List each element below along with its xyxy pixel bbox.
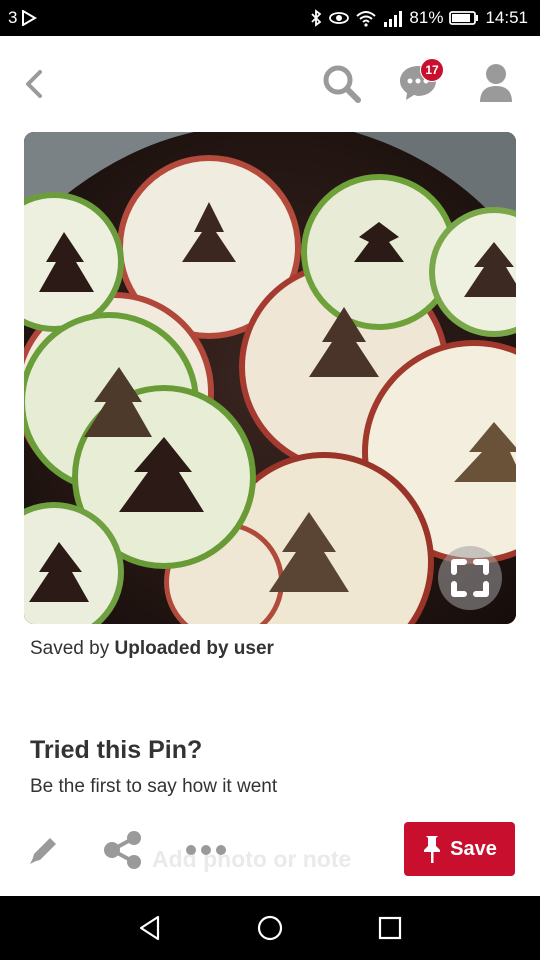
apple-slices-photo [24,132,516,624]
nav-recents-icon[interactable] [378,916,402,940]
notification-count: 3 [8,8,18,27]
back-arrow-icon [26,70,42,98]
saved-by-prefix: Saved by [30,638,110,659]
eye-icon [329,12,350,24]
play-store-icon [22,10,38,26]
save-label: Save [450,837,497,860]
tried-pin-title: Tried this Pin? [30,736,203,764]
edit-icon [30,838,56,864]
clock: 14:51 [485,8,528,27]
back-button[interactable] [14,62,54,106]
status-right: 81% 14:51 [309,8,528,28]
action-bar: Add photo or note Save [0,820,540,896]
messages-button[interactable]: 17 [398,58,444,106]
saved-by-name[interactable]: Uploaded by user [115,638,274,659]
profile-button[interactable] [476,62,520,106]
add-photo-or-note-prompt[interactable]: Add photo or note [152,846,351,873]
profile-icon [480,64,512,102]
pin-icon [424,836,441,863]
message-count-badge: 17 [420,58,444,82]
more-icon [186,845,226,855]
signal-icon [384,11,403,27]
battery-percent: 81% [409,8,444,27]
nav-back-icon[interactable] [136,914,164,942]
status-bar: 3 81% 14:51 [0,0,540,36]
save-button[interactable]: Save [404,822,515,876]
nav-home-icon[interactable] [256,914,284,942]
share-button[interactable] [102,830,144,870]
wifi-icon [356,11,377,27]
expand-icon [451,559,489,597]
expand-image-button[interactable] [438,546,502,610]
system-nav-bar [0,896,540,960]
tried-pin-subtitle: Be the first to say how it went [30,776,278,797]
app-bar: 17 [0,36,540,132]
bluetooth-icon [311,9,322,27]
edit-button[interactable] [26,834,60,868]
share-icon [104,831,141,869]
battery-icon [449,11,479,25]
status-left: 3 [8,8,38,28]
search-icon [323,65,361,103]
pin-image[interactable] [24,132,516,624]
search-button[interactable] [320,62,364,106]
saved-by-line: Saved by Uploaded by user [30,638,274,660]
more-options-button[interactable] [184,838,228,862]
